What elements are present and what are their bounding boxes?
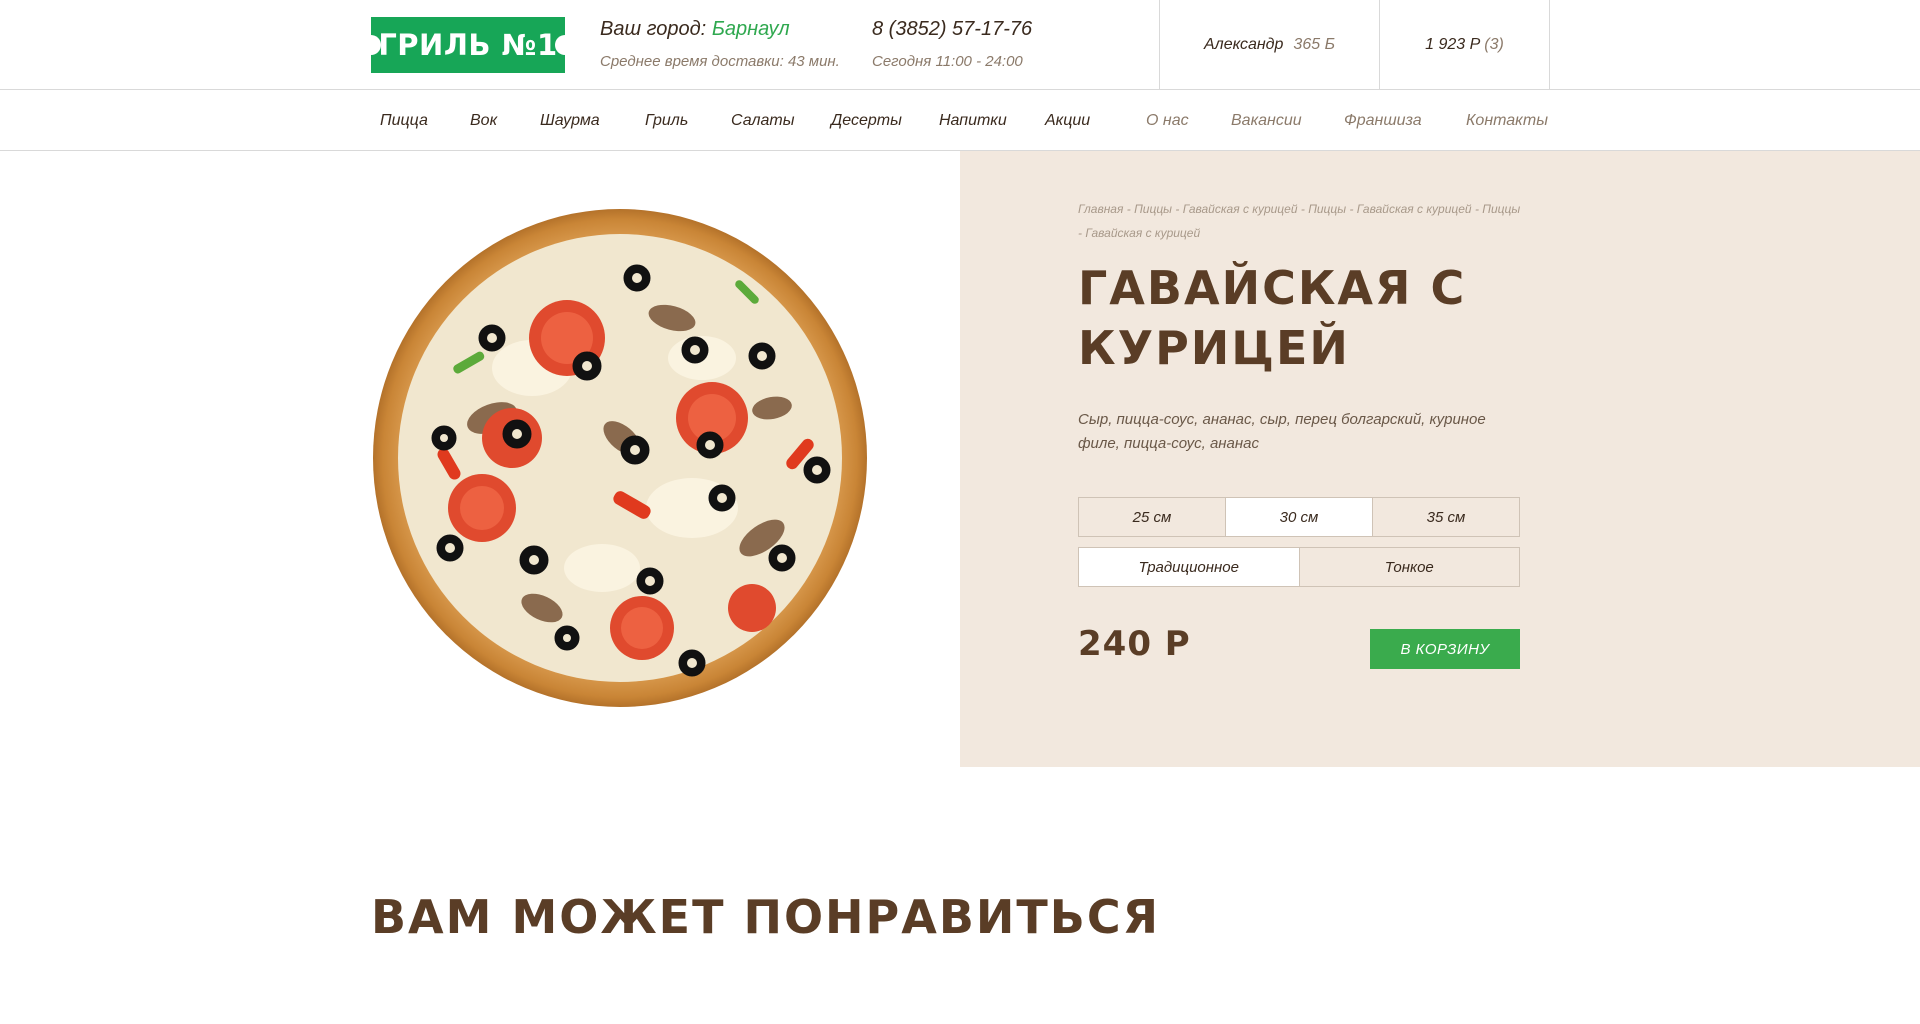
cart-count: (3) xyxy=(1484,36,1504,53)
product-title: Гавайская с курицей xyxy=(1078,261,1467,375)
size-option-25[interactable]: 25 см xyxy=(1079,498,1225,536)
crust-option-traditional[interactable]: Традиционное xyxy=(1079,548,1299,586)
crust-option-thin[interactable]: Тонкое xyxy=(1298,548,1520,586)
nav-item-franchise[interactable]: Франшиза xyxy=(1344,90,1422,151)
nav-item-salads[interactable]: Салаты xyxy=(731,90,794,151)
nav-item-promotions[interactable]: Акции xyxy=(1045,90,1090,151)
city-selector[interactable]: Ваш город: Барнаул xyxy=(600,18,790,41)
user-name: Александр xyxy=(1204,36,1284,53)
nav-item-vacancies[interactable]: Вакансии xyxy=(1231,90,1302,151)
breadcrumb-link[interactable]: Пиццы xyxy=(1475,202,1520,216)
size-option-30[interactable]: 30 см xyxy=(1225,498,1372,536)
delivery-time: Среднее время доставки: 43 мин. xyxy=(600,53,840,70)
user-points: 365 Б xyxy=(1293,36,1335,53)
nav-item-drinks[interactable]: Напитки xyxy=(939,90,1007,151)
cart-total: 1 923 Р xyxy=(1425,36,1481,53)
nav-item-desserts[interactable]: Десерты xyxy=(831,90,902,151)
site-header: ГРИЛЬ №1 Ваш город: Барнаул Среднее врем… xyxy=(0,0,1920,90)
breadcrumb-link[interactable]: Пиццы xyxy=(1301,202,1346,216)
breadcrumb-current: Гавайская с курицей xyxy=(1078,226,1200,240)
breadcrumb-link[interactable]: Гавайская с курицей xyxy=(1175,202,1297,216)
size-selector: 25 см 30 см 35 см xyxy=(1078,497,1520,537)
nav-item-pizza[interactable]: Пицца xyxy=(380,90,428,151)
city-name-link[interactable]: Барнаул xyxy=(712,18,790,40)
product-description: Сыр, пицца-соус, ананас, сыр, перец болг… xyxy=(1078,411,1486,452)
nav-item-about[interactable]: О нас xyxy=(1146,90,1189,151)
breadcrumb-link[interactable]: Пиццы xyxy=(1127,202,1172,216)
breadcrumb-link[interactable]: Гавайская с курицей xyxy=(1349,202,1471,216)
working-hours: Сегодня 11:00 - 24:00 xyxy=(872,53,1023,70)
nav-item-wok[interactable]: Вок xyxy=(470,90,497,151)
product-price: 240 Р xyxy=(1078,624,1191,664)
size-option-35[interactable]: 35 см xyxy=(1372,498,1519,536)
crust-selector: Традиционное Тонкое xyxy=(1078,547,1520,587)
breadcrumb-link[interactable]: Главная xyxy=(1078,202,1123,216)
nav-item-contacts[interactable]: Контакты xyxy=(1466,90,1548,151)
main-navigation: Пицца Вок Шаурма Гриль Салаты Десерты На… xyxy=(0,90,1920,151)
nav-item-grill[interactable]: Гриль xyxy=(645,90,688,151)
pizza-image xyxy=(373,209,867,707)
breadcrumb: Главная Пиццы Гавайская с курицей Пиццы … xyxy=(1078,197,1528,245)
nav-item-shawarma[interactable]: Шаурма xyxy=(540,90,600,151)
logo[interactable]: ГРИЛЬ №1 xyxy=(361,17,575,73)
header-cart[interactable]: 1 923 Р (3) xyxy=(1379,0,1550,90)
recommendations-title: ВАМ МОЖЕТ ПОНРАВИТЬСЯ xyxy=(371,890,1161,944)
add-to-cart-button[interactable]: В КОРЗИНУ xyxy=(1370,629,1520,669)
city-label: Ваш город: xyxy=(600,18,707,40)
phone-number[interactable]: 8 (3852) 57-17-76 xyxy=(872,18,1032,41)
user-account[interactable]: Александр 365 Б xyxy=(1159,0,1379,90)
